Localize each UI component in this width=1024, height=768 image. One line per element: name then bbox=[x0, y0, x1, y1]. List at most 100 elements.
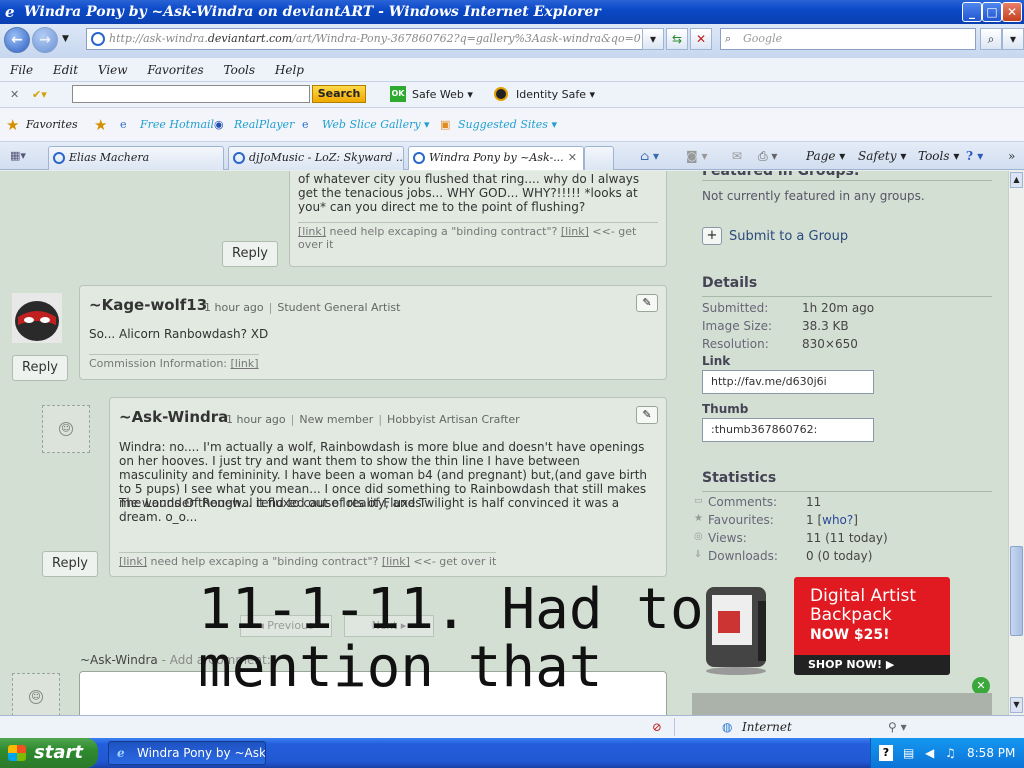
who-link[interactable]: who? bbox=[822, 513, 853, 527]
windows-logo-icon bbox=[8, 745, 26, 761]
vertical-scrollbar[interactable]: ▲ ▼ bbox=[1008, 171, 1024, 715]
fav-suggested-sites[interactable]: Suggested Sites ▾ bbox=[458, 108, 557, 142]
detail-value: 830×650 bbox=[802, 337, 858, 351]
edit-pencil-icon[interactable]: ✎ bbox=[636, 406, 658, 424]
stop-icon[interactable]: ✕ bbox=[690, 28, 712, 50]
menu-view[interactable]: View bbox=[98, 63, 128, 77]
safe-web-button[interactable]: Safe Web ▾ bbox=[412, 82, 473, 108]
chevron-more-icon[interactable]: » bbox=[1008, 142, 1015, 170]
signature-link[interactable]: [link] bbox=[231, 357, 259, 370]
maximize-button[interactable]: □ bbox=[982, 2, 1002, 22]
fav-free-hotmail[interactable]: Free Hotmail bbox=[140, 108, 214, 142]
protected-mode-icon[interactable]: ⊘ bbox=[652, 716, 662, 738]
menu-edit[interactable]: Edit bbox=[53, 63, 78, 77]
fav-web-slice-gallery[interactable]: Web Slice Gallery ▾ bbox=[322, 108, 430, 142]
zoom-icon[interactable]: ⚲ ▾ bbox=[888, 716, 907, 738]
tab-elias-machera[interactable]: Elias Machera bbox=[48, 146, 224, 170]
help-tray-icon[interactable]: ? bbox=[879, 745, 893, 761]
print-icon[interactable]: ⎙ ▾ bbox=[758, 142, 777, 170]
menu-tools[interactable]: Tools bbox=[224, 63, 256, 77]
search-options-icon[interactable]: ▾ bbox=[1002, 28, 1024, 50]
norton-check-icon[interactable]: ✔▾ bbox=[32, 82, 47, 108]
tab-windra-pony[interactable]: Windra Pony by ~Ask-... ✕ bbox=[408, 146, 584, 170]
title-bar: e Windra Pony by ~Ask-Windra on deviantA… bbox=[0, 0, 1024, 24]
minimize-button[interactable]: _ bbox=[962, 2, 982, 22]
scroll-thumb[interactable] bbox=[1010, 546, 1023, 636]
help-icon[interactable]: ? ▾ bbox=[966, 142, 983, 170]
comment-time[interactable]: 1 hour ago bbox=[226, 413, 286, 426]
signature-link[interactable]: [link] bbox=[119, 555, 147, 568]
thumb-field[interactable]: :thumb367860762: bbox=[702, 418, 874, 442]
ad-shop-now-button[interactable]: SHOP NOW! ▶ bbox=[794, 655, 950, 675]
edit-pencil-icon[interactable]: ✎ bbox=[636, 294, 658, 312]
backpack-image[interactable] bbox=[700, 581, 772, 677]
detail-label: Resolution: bbox=[702, 337, 769, 351]
submit-to-group-link[interactable]: Submit to a Group bbox=[729, 229, 848, 244]
menu-file[interactable]: File bbox=[10, 63, 33, 77]
home-icon[interactable]: ⌂ ▾ bbox=[640, 142, 659, 170]
details-heading: Details bbox=[702, 275, 992, 297]
add-comment-user[interactable]: ~Ask-Windra bbox=[80, 653, 158, 667]
tab-close-icon[interactable]: ✕ bbox=[568, 147, 577, 169]
stat-label: Comments: bbox=[708, 495, 778, 509]
internet-globe-icon: ◍ bbox=[722, 720, 733, 734]
ad-banner[interactable]: Digital Artist Backpack NOW $25! SHOP NOW… bbox=[794, 577, 950, 675]
stat-value: 11 bbox=[806, 495, 822, 509]
add-comment-separator: - bbox=[157, 653, 170, 667]
identity-safe-button[interactable]: Identity Safe ▾ bbox=[516, 82, 595, 108]
menu-favorites[interactable]: Favorites bbox=[147, 63, 203, 77]
detail-value: 38.3 KB bbox=[802, 319, 849, 333]
stat-label: Views: bbox=[708, 531, 747, 545]
close-button[interactable]: ✕ bbox=[1002, 2, 1022, 22]
reply-button[interactable]: Reply bbox=[12, 355, 69, 381]
link-field[interactable]: http://fav.me/d630j6i bbox=[702, 370, 874, 394]
menu-help[interactable]: Help bbox=[275, 63, 304, 77]
avatar-ask-windra[interactable]: ☺ bbox=[42, 405, 90, 453]
start-button[interactable]: start bbox=[0, 738, 98, 768]
back-arrow-icon[interactable]: ← bbox=[4, 27, 30, 53]
search-input[interactable]: ⌕ Google bbox=[720, 28, 976, 50]
mail-icon[interactable]: ✉ bbox=[732, 142, 742, 170]
back-tray-icon[interactable]: ◀ bbox=[925, 738, 934, 768]
toolbar-search-input[interactable] bbox=[72, 85, 310, 103]
favorites-button[interactable]: Favorites bbox=[26, 108, 78, 142]
signature-link[interactable]: [link] bbox=[382, 555, 410, 568]
reply-button[interactable]: Reply bbox=[42, 551, 99, 577]
feeds-icon[interactable]: ◙ ▾ bbox=[686, 142, 707, 170]
signature-link[interactable]: [link] bbox=[298, 225, 326, 238]
history-dropdown-icon[interactable]: ▼ bbox=[62, 34, 69, 44]
scroll-up-icon[interactable]: ▲ bbox=[1010, 172, 1023, 188]
comment-card: ~Kage-wolf13 1 hour ago | Student General … bbox=[79, 285, 667, 380]
reply-button[interactable]: Reply bbox=[222, 241, 279, 267]
fav-realplayer[interactable]: RealPlayer bbox=[234, 108, 294, 142]
address-bar[interactable]: http://ask-windra.deviantart.com/art/Win… bbox=[86, 28, 658, 50]
volume-tray-icon[interactable]: ♫ bbox=[945, 738, 956, 768]
comment-author[interactable]: ~Kage-wolf13 bbox=[89, 296, 207, 314]
refresh-icon[interactable]: ⇆ bbox=[666, 28, 688, 50]
safety-menu[interactable]: Safety ▾ bbox=[858, 142, 906, 170]
toolbar-search-button[interactable]: Search bbox=[312, 85, 366, 103]
submit-group-plus-icon[interactable]: + bbox=[702, 227, 722, 245]
taskbar-item-ie[interactable]: e Windra Pony by ~Ask... bbox=[108, 741, 266, 765]
address-dropdown-icon[interactable]: ▾ bbox=[642, 28, 664, 50]
signature-link[interactable]: [link] bbox=[561, 225, 589, 238]
ad-title: Digital Artist Backpack bbox=[810, 587, 916, 625]
page-icon bbox=[91, 32, 105, 46]
new-tab-button[interactable] bbox=[584, 146, 614, 170]
forward-arrow-icon[interactable]: → bbox=[32, 27, 58, 53]
add-favorite-icon[interactable]: ★ bbox=[94, 108, 107, 142]
scroll-down-icon[interactable]: ▼ bbox=[1010, 697, 1023, 713]
network-tray-icon[interactable]: ▤ bbox=[903, 738, 914, 768]
tools-menu[interactable]: Tools ▾ bbox=[918, 142, 959, 170]
page-menu[interactable]: Page ▾ bbox=[806, 142, 845, 170]
clock[interactable]: 8:58 PM bbox=[967, 738, 1015, 768]
comment-author[interactable]: ~Ask-Windra bbox=[119, 408, 228, 426]
avatar-kage-wolf13[interactable] bbox=[12, 293, 62, 343]
comment-text: Windra: no.... I'm actually a wolf, Rain… bbox=[119, 440, 648, 524]
toolbar-close-icon[interactable]: ✕ bbox=[10, 82, 19, 108]
tab-djjomusic[interactable]: djJoMusic - LoZ: Skyward ... bbox=[228, 146, 404, 170]
signature-text: need help excaping a "binding contract"? bbox=[150, 555, 379, 568]
quick-tabs-icon[interactable]: ▦▾ bbox=[10, 149, 26, 162]
search-go-icon[interactable]: ⌕ bbox=[980, 28, 1002, 50]
comment-time[interactable]: 1 hour ago bbox=[204, 301, 264, 314]
